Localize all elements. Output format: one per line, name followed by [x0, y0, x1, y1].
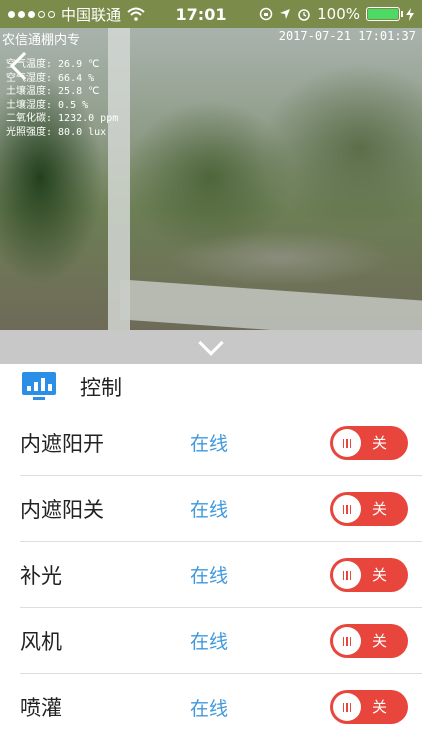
- switch-label: 关: [372, 566, 388, 584]
- switch-knob-icon: [333, 429, 361, 457]
- carrier-label: 中国联通: [61, 5, 122, 24]
- control-section-header: 控制: [0, 364, 422, 410]
- wifi-icon: [127, 7, 145, 21]
- monitor-chart-icon: [22, 372, 56, 402]
- switch-knob-icon: [333, 495, 361, 523]
- sensor-row: 空气湿度: 66.4 %: [6, 72, 95, 84]
- battery-icon: [366, 7, 403, 21]
- sensor-row: 光照强度: 80.0 lux: [6, 126, 107, 138]
- device-list: 内遮阳开 在线 关 内遮阳关 在线 关 补光 在线 关 风机 在线 关 喷灌 在…: [0, 410, 422, 740]
- device-status: 在线: [190, 433, 229, 455]
- location-icon: [280, 9, 291, 19]
- list-item: 补光 在线 关: [20, 542, 422, 608]
- device-status: 在线: [190, 697, 229, 720]
- signal-dots-icon: [8, 10, 55, 18]
- sensor-row: 土壤温度: 25.8 ℃: [6, 86, 100, 97]
- device-switch[interactable]: 关: [330, 690, 408, 724]
- switch-knob-icon: [333, 627, 361, 655]
- sensor-row: 二氧化碳: 1232.0 ppm: [6, 113, 119, 124]
- list-item: 喷灌 在线 关: [20, 674, 422, 740]
- switch-knob-icon: [333, 693, 361, 721]
- collapse-camera-button[interactable]: [0, 330, 422, 364]
- device-name: 内遮阳关: [20, 497, 104, 522]
- camera-title: 农信通棚内专: [2, 33, 81, 48]
- list-item: 内遮阳关 在线 关: [20, 476, 422, 542]
- camera-timestamp: 2017-07-21 17:01:37: [278, 29, 416, 43]
- device-status: 在线: [190, 565, 229, 587]
- device-switch[interactable]: 关: [330, 426, 408, 460]
- section-title: 控制: [80, 376, 122, 400]
- device-name: 风机: [20, 629, 62, 654]
- battery-percent: 100%: [317, 5, 360, 23]
- status-bar: 中国联通 17:01 100%: [0, 0, 422, 28]
- switch-label: 关: [372, 500, 388, 518]
- device-status: 在线: [190, 631, 229, 653]
- device-switch[interactable]: 关: [330, 624, 408, 658]
- device-name: 内遮阳开: [20, 431, 104, 456]
- chevron-down-icon: [198, 330, 224, 356]
- clock: 17:01: [175, 4, 227, 24]
- device-status: 在线: [190, 499, 229, 521]
- switch-label: 关: [372, 434, 388, 452]
- device-name: 喷灌: [20, 696, 62, 720]
- sensor-row: 空气温度: 26.9 ℃: [6, 59, 100, 70]
- alarm-icon: [298, 9, 310, 21]
- switch-label: 关: [372, 632, 388, 650]
- sensor-row: 土壤湿度: 0.5 %: [6, 99, 89, 111]
- rotation-lock-icon: [259, 7, 273, 21]
- switch-label: 关: [372, 698, 388, 716]
- switch-knob-icon: [333, 561, 361, 589]
- list-item: 内遮阳开 在线 关: [20, 410, 422, 476]
- sensor-overlay: 空气温度: 26.9 ℃ 空气湿度: 66.4 % 土壤温度: 25.8 ℃ 土壤湿度…: [6, 58, 118, 139]
- charging-icon: [406, 7, 414, 21]
- device-switch[interactable]: 关: [330, 492, 408, 526]
- device-name: 补光: [20, 563, 62, 588]
- device-switch[interactable]: 关: [330, 558, 408, 592]
- list-item: 风机 在线 关: [20, 608, 422, 674]
